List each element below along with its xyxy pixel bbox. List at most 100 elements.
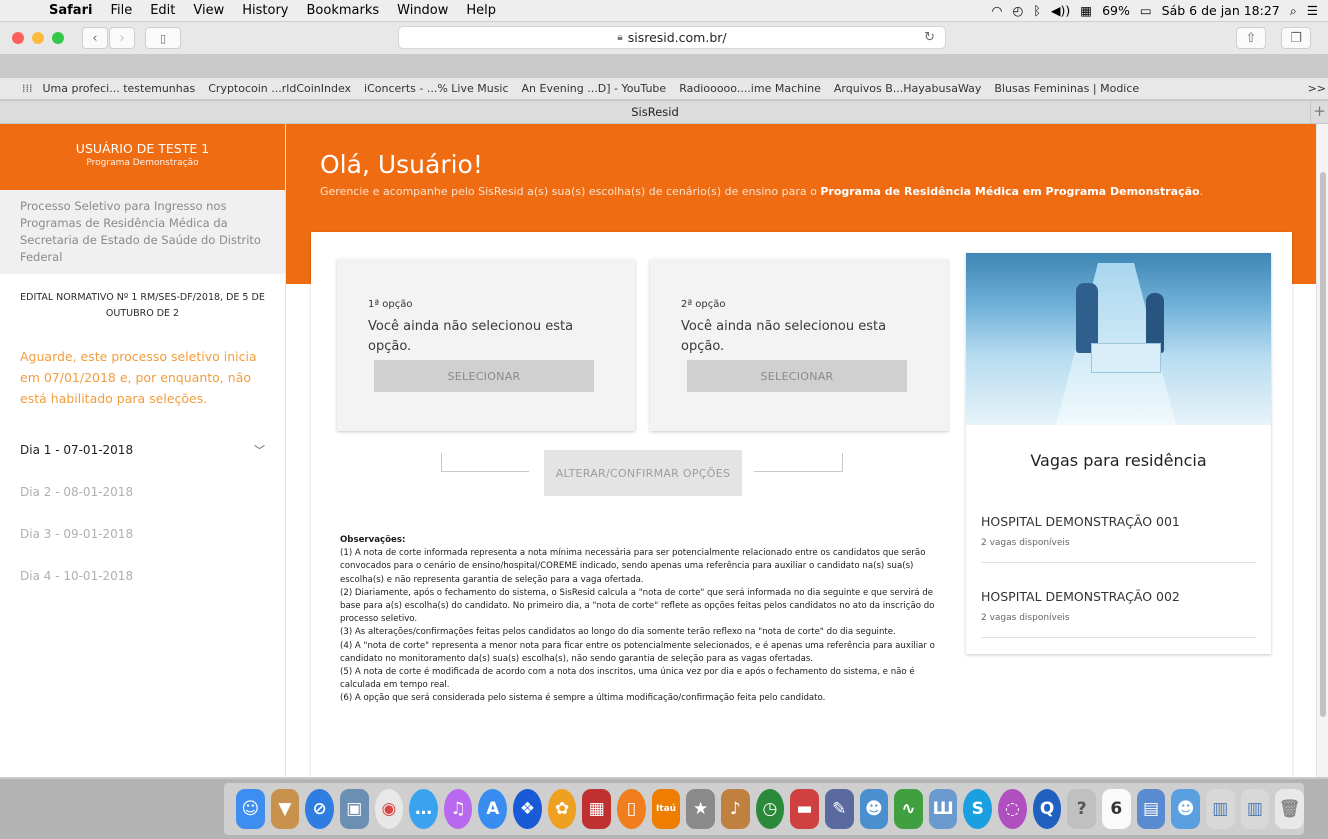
bookmark-item[interactable]: An Evening ...D] - YouTube bbox=[522, 82, 667, 95]
photo-booth-icon[interactable]: ▦ bbox=[582, 789, 612, 829]
menu-bookmarks[interactable]: Bookmarks bbox=[298, 3, 389, 18]
alter-confirm-button[interactable]: ALTERAR/CONFIRMAR OPÇÕES bbox=[544, 450, 742, 496]
chrome-icon[interactable]: ◉ bbox=[374, 789, 404, 829]
program-label: Programa Demonstração bbox=[86, 158, 199, 168]
zoom-window-button[interactable] bbox=[52, 32, 64, 44]
divider bbox=[842, 453, 843, 472]
battery-percent[interactable]: 69% bbox=[1102, 3, 1130, 18]
clock[interactable]: Sáb 6 de jan 18:27 bbox=[1162, 3, 1280, 18]
app-store-icon[interactable]: A bbox=[478, 789, 508, 829]
users-icon[interactable]: ☻ bbox=[859, 789, 889, 829]
top-sites-icon[interactable]: ⁞⁞⁞ bbox=[22, 82, 33, 95]
sidebar-item-day-2[interactable]: Dia 2 - 08-01-2018 bbox=[0, 471, 285, 513]
document-icon[interactable]: ▥ bbox=[1205, 789, 1235, 829]
hospital-item[interactable]: HOSPITAL DEMONSTRAÇÃO 002 2 vagas dispon… bbox=[981, 563, 1256, 638]
option-label: 1ª opção bbox=[368, 299, 413, 310]
close-window-button[interactable] bbox=[12, 32, 24, 44]
bookmark-item[interactable]: Cryptocoin ...rldCoinIndex bbox=[208, 82, 351, 95]
menu-history[interactable]: History bbox=[233, 3, 297, 18]
time-machine-icon[interactable]: ◷ bbox=[755, 789, 785, 829]
day-label: Dia 4 - 10-01-2018 bbox=[20, 569, 134, 583]
preview-icon[interactable]: ▣ bbox=[339, 789, 369, 829]
user-name: USUÁRIO DE TESTE 1 bbox=[75, 141, 210, 156]
select-option-1-button[interactable]: SELECIONAR bbox=[374, 360, 594, 392]
tab-sisresid[interactable]: SisResid bbox=[0, 105, 1310, 119]
sidebar-item-day-4[interactable]: Dia 4 - 10-01-2018 bbox=[0, 555, 285, 597]
dropbox-icon[interactable]: ❖ bbox=[513, 789, 542, 829]
trash-icon[interactable]: 🗑︎ bbox=[1275, 789, 1304, 829]
share-icon[interactable]: ⇧ bbox=[1236, 27, 1266, 49]
sidebar: USUÁRIO DE TESTE 1 Programa Demonstração… bbox=[0, 124, 286, 777]
calendar-icon[interactable]: 6 bbox=[1102, 789, 1131, 829]
page-scrollbar[interactable] bbox=[1316, 124, 1328, 777]
itau-icon[interactable]: Itaú bbox=[651, 789, 681, 829]
web-page: Olá, Usuário! Gerencie e acompanhe pelo … bbox=[0, 124, 1328, 777]
ibooks-icon[interactable]: ▯ bbox=[617, 789, 646, 829]
edital-title: EDITAL NORMATIVO Nº 1 RM/SES-DF/2018, DE… bbox=[20, 292, 265, 319]
chevron-down-icon[interactable]: ﹀ bbox=[254, 442, 265, 458]
app-icon[interactable]: ▼ bbox=[270, 789, 300, 829]
battery-icon[interactable]: ▭ bbox=[1140, 3, 1152, 18]
safari-icon[interactable]: ⊘ bbox=[305, 789, 334, 829]
finder-icon[interactable]: ☺ bbox=[236, 789, 265, 829]
hospital-item[interactable]: HOSPITAL DEMONSTRAÇÃO 001 2 vagas dispon… bbox=[981, 488, 1256, 563]
menu-view[interactable]: View bbox=[184, 3, 233, 18]
quicktime-icon[interactable]: Q bbox=[1032, 789, 1062, 829]
flag-icon[interactable]: ▦ bbox=[1080, 3, 1092, 18]
select-option-2-button[interactable]: SELECIONAR bbox=[687, 360, 907, 392]
volume-icon[interactable]: ◀)) bbox=[1051, 3, 1070, 18]
option-card-2: 2ª opção Você ainda não selecionou esta … bbox=[650, 259, 948, 431]
app-icon[interactable]: ◌ bbox=[998, 789, 1027, 829]
app-icon[interactable]: ∿ bbox=[894, 789, 923, 829]
skype-icon[interactable]: S bbox=[963, 789, 993, 829]
minimize-window-button[interactable] bbox=[32, 32, 44, 44]
menu-file[interactable]: File bbox=[101, 3, 141, 18]
hospital-name: HOSPITAL DEMONSTRAÇÃO 001 bbox=[981, 514, 1180, 529]
menu-help[interactable]: Help bbox=[457, 3, 505, 18]
bookmark-item[interactable]: Radiooooo....ime Machine bbox=[679, 82, 821, 95]
users-icon[interactable]: ☻ bbox=[1171, 789, 1200, 829]
reload-icon[interactable]: ↻ bbox=[924, 30, 935, 45]
sidebar-item-day-1[interactable]: Dia 1 - 07-01-2018 ﹀ bbox=[0, 429, 285, 471]
menu-window[interactable]: Window bbox=[388, 3, 457, 18]
observations: Observações: (1) A nota de corte informa… bbox=[340, 534, 955, 706]
option-message: Você ainda não selecionou esta opção. bbox=[681, 319, 887, 354]
forward-button[interactable]: › bbox=[109, 27, 135, 49]
vacancies-panel: Vagas para residência HOSPITAL DEMONSTRA… bbox=[966, 253, 1271, 654]
script-editor-icon[interactable]: ✎ bbox=[824, 789, 854, 829]
bookmarks-overflow-button[interactable]: >> bbox=[1308, 82, 1326, 95]
option-label: 2ª opção bbox=[681, 299, 726, 310]
photos-icon[interactable]: ✿ bbox=[547, 789, 577, 829]
back-button[interactable]: ‹ bbox=[82, 27, 108, 49]
bookmark-item[interactable]: Arquivos B...HayabusaWay bbox=[834, 82, 981, 95]
scrollbar-thumb[interactable] bbox=[1320, 172, 1326, 717]
bluetooth-icon[interactable]: ᛒ bbox=[1033, 3, 1041, 18]
sidebar-toggle-icon[interactable]: ▯ bbox=[145, 27, 181, 49]
bookmark-item[interactable]: Uma profeci... testemunhas bbox=[43, 82, 196, 95]
app-icon[interactable]: ▤ bbox=[1136, 789, 1166, 829]
itunes-icon[interactable]: ♫ bbox=[443, 789, 473, 829]
bookmark-item[interactable]: iConcerts - ...% Live Music bbox=[364, 82, 508, 95]
keynote-icon[interactable]: ▬ bbox=[790, 789, 819, 829]
garageband-icon[interactable]: ♪ bbox=[720, 789, 750, 829]
imovie-icon[interactable]: ★ bbox=[686, 789, 715, 829]
spotlight-icon[interactable]: ⌕ bbox=[1290, 3, 1297, 19]
help-icon[interactable]: ? bbox=[1067, 789, 1097, 829]
document-icon[interactable]: ▥ bbox=[1240, 789, 1270, 829]
observation-item: (3) As alterações/confirmações feitas pe… bbox=[340, 627, 896, 638]
wifi-icon[interactable]: ◠ bbox=[992, 3, 1003, 18]
app-icon[interactable]: Ш bbox=[928, 789, 958, 829]
address-bar[interactable]: 🔒︎ sisresid.com.br/ ↻ bbox=[398, 26, 946, 49]
messages-icon[interactable]: … bbox=[409, 789, 438, 829]
notification-center-icon[interactable]: ☰ bbox=[1307, 3, 1318, 18]
time-machine-icon[interactable]: ◴ bbox=[1012, 3, 1023, 18]
divider bbox=[754, 471, 842, 472]
menu-app-name[interactable]: Safari bbox=[40, 3, 101, 18]
menu-edit[interactable]: Edit bbox=[141, 3, 184, 18]
tabs-overview-icon[interactable]: ❐ bbox=[1281, 27, 1311, 49]
sidebar-item-day-3[interactable]: Dia 3 - 09-01-2018 bbox=[0, 513, 285, 555]
status-area: ◠ ◴ ᛒ ◀)) ▦ 69% ▭ Sáb 6 de jan 18:27 ⌕ ☰ bbox=[992, 3, 1328, 19]
new-tab-button[interactable]: + bbox=[1310, 101, 1328, 123]
bookmark-item[interactable]: Blusas Femininas | Modice bbox=[994, 82, 1139, 95]
divider bbox=[441, 453, 442, 472]
